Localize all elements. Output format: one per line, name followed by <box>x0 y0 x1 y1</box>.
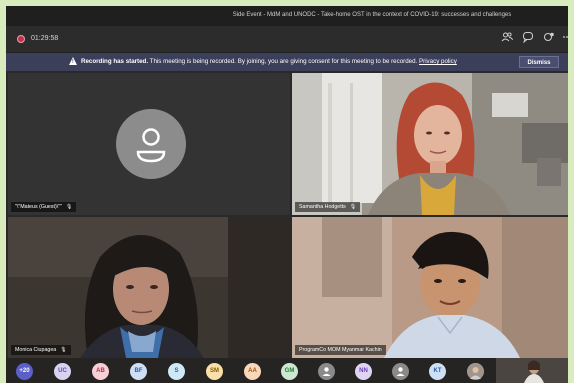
participant-name: "\"Mateus (Guest)\"" <box>15 204 62 210</box>
reactions-icon[interactable] <box>541 31 557 47</box>
participant-initials: AA <box>248 368 257 374</box>
participant-name-tag: ProgramCo MOM Myanmar Kachin <box>295 345 386 355</box>
more-icon[interactable] <box>559 31 568 47</box>
participant-initials: UC <box>58 368 67 374</box>
recording-message: Recording has started. This meeting is b… <box>81 58 457 65</box>
avatar <box>116 109 186 179</box>
recording-indicator-icon <box>17 35 25 43</box>
participant-name-tag: "\"Mateus (Guest)\"" 🎙 <box>11 202 77 212</box>
participant-initials: SM <box>210 368 219 374</box>
video-tile-monica[interactable]: Monica Ciupagea 🎙 <box>8 217 290 358</box>
chat-icon[interactable] <box>520 31 536 47</box>
video-tile-samantha[interactable]: Samantha Hodgetts 🎙 <box>292 73 568 215</box>
photo-avatar <box>467 363 484 380</box>
video-feed <box>292 73 568 215</box>
recording-message-text: This meeting is being recorded. By joini… <box>149 58 418 65</box>
title-bar: Side Event - MdM and UNODC - Take-home O… <box>6 6 568 26</box>
participant-avatar[interactable] <box>392 363 409 380</box>
participant-avatar[interactable]: AB <box>92 363 109 380</box>
participant-avatar[interactable]: GM <box>281 363 298 380</box>
person-icon <box>322 367 331 376</box>
participant-initials: S <box>174 368 179 374</box>
participant-initials: GM <box>284 368 295 374</box>
mic-off-icon: 🎙 <box>65 204 73 210</box>
participant-avatar[interactable]: UC <box>54 363 71 380</box>
participant-name: Monica Ciupagea <box>15 347 57 353</box>
participant-name: Samantha Hodgetts <box>299 204 346 210</box>
recording-message-bold: Recording has started. <box>81 58 149 65</box>
meeting-toolbar: 01:29:58 <box>6 26 568 53</box>
recording-banner: ! Recording has started. This meeting is… <box>6 53 568 71</box>
privacy-policy-link[interactable]: Privacy policy <box>419 58 457 65</box>
participant-avatar[interactable]: SM <box>206 363 223 380</box>
participant-initials: BF <box>134 368 143 374</box>
participant-avatar[interactable]: NN <box>355 363 372 380</box>
participant-avatar[interactable] <box>318 363 335 380</box>
more-participants-button[interactable]: +20 <box>16 363 33 380</box>
video-feed <box>8 217 290 358</box>
participant-initials: KT <box>433 368 442 374</box>
participant-avatar[interactable] <box>467 363 484 380</box>
participant-name: ProgramCo MOM Myanmar Kachin <box>299 347 382 353</box>
self-view-video[interactable] <box>496 358 568 383</box>
video-feed <box>292 217 568 358</box>
participant-initials: NN <box>359 368 368 374</box>
participant-initials: +20 <box>19 368 30 374</box>
mic-off-icon: 🎙 <box>60 347 67 353</box>
participant-name-tag: Monica Ciupagea 🎙 <box>11 345 71 355</box>
dismiss-button[interactable]: Dismiss <box>519 56 559 68</box>
participant-avatar[interactable]: BF <box>130 363 147 380</box>
meeting-timer: 01:29:58 <box>31 35 59 42</box>
person-icon <box>396 367 405 376</box>
video-tile-guest[interactable]: "\"Mateus (Guest)\"" 🎙 <box>8 73 290 215</box>
mic-off-icon: 🎙 <box>349 204 357 210</box>
participant-initials: AB <box>96 368 105 374</box>
participant-avatar[interactable]: KT <box>429 363 446 380</box>
video-tile-programco[interactable]: ProgramCo MOM Myanmar Kachin <box>292 217 568 358</box>
person-icon <box>136 128 166 163</box>
meeting-title: Side Event - MdM and UNODC - Take-home O… <box>232 12 512 18</box>
teams-meeting-window: Side Event - MdM and UNODC - Take-home O… <box>6 6 568 383</box>
participant-avatar[interactable]: AA <box>244 363 261 380</box>
participant-avatar[interactable]: S <box>168 363 185 380</box>
people-icon[interactable] <box>499 31 515 47</box>
participant-strip: +20 UC AB BF S SM AA GM NN KT <box>6 358 568 383</box>
participant-name-tag: Samantha Hodgetts 🎙 <box>295 202 361 212</box>
